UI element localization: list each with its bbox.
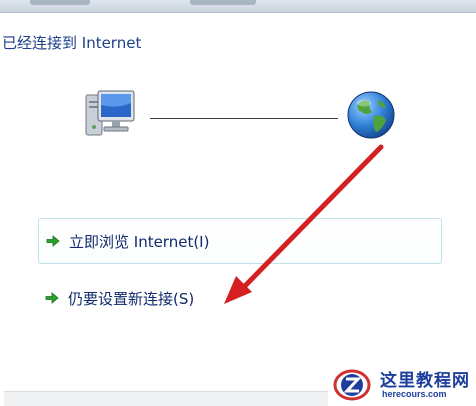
setup-new-connection-label: 仍要设置新连接(S) <box>68 289 195 308</box>
top-edge-segment <box>190 0 256 5</box>
connection-status-heading: 已经连接到 Internet <box>2 34 142 52</box>
bottom-bar <box>4 391 328 406</box>
top-edge-segment <box>30 0 90 5</box>
setup-new-connection-link[interactable]: 仍要设置新连接(S) <box>38 275 442 321</box>
browse-internet-label: 立即浏览 Internet(I) <box>69 232 210 251</box>
window-top-edge <box>0 0 476 13</box>
site-watermark: 这里教程网 herecours.com <box>330 363 476 405</box>
browse-internet-link[interactable]: 立即浏览 Internet(I) <box>38 218 442 264</box>
red-annotation-arrow <box>224 144 384 304</box>
watermark-name: 这里教程网 <box>380 371 470 391</box>
green-arrow-icon <box>45 292 59 304</box>
network-map <box>78 85 408 145</box>
connection-line <box>150 118 338 119</box>
green-arrow-icon <box>46 235 60 247</box>
globe-icon <box>347 91 395 139</box>
watermark-logo-icon <box>333 369 371 401</box>
computer-icon <box>85 90 135 136</box>
watermark-url: herecours.com <box>382 389 447 399</box>
